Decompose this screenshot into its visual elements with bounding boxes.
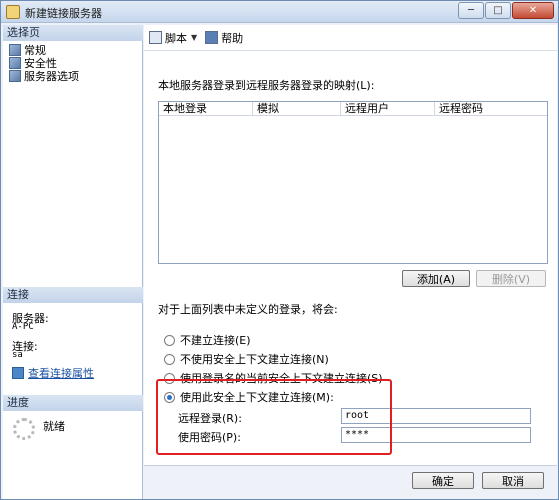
view-connection-properties-text: 查看连接属性 — [28, 367, 94, 380]
login-mapping-grid[interactable]: 本地登录 模拟 远程用户 远程密码 — [158, 101, 548, 264]
column-impersonate[interactable]: 模拟 — [253, 102, 341, 115]
close-button[interactable]: ✕ — [512, 2, 554, 19]
column-remote-password[interactable]: 远程密码 — [435, 102, 547, 115]
chevron-down-icon[interactable]: ▼ — [191, 33, 197, 42]
help-button[interactable]: 帮助 — [205, 30, 243, 46]
select-page-header: 选择页 — [3, 25, 143, 41]
ok-button[interactable]: 确定 — [412, 472, 474, 489]
page-item-server-options[interactable]: 服务器选项 — [9, 68, 79, 84]
radio-circle[interactable] — [164, 353, 175, 365]
radio-no-connection[interactable]: 不建立连接(E) — [164, 332, 251, 348]
login-mapping-label: 本地服务器登录到远程服务器登录的映射(L): — [158, 79, 375, 92]
remove-button[interactable]: 删除(V) — [476, 270, 546, 287]
column-remote-user[interactable]: 远程用户 — [341, 102, 435, 115]
maximize-button[interactable]: □ — [485, 2, 511, 19]
progress-header: 进度 — [3, 395, 143, 411]
dialog-footer: 确定 取消 — [144, 465, 557, 499]
page-icon — [9, 70, 21, 82]
left-pane: 选择页 常规 安全性 服务器选项 连接 服务器: A-PC 连接: sa 查看连… — [3, 25, 143, 499]
radio-no-security-context[interactable]: 不使用安全上下文建立连接(N) — [164, 351, 329, 367]
toolbar: 脚本 ▼ 帮助 — [144, 25, 557, 51]
server-value: A-PC — [12, 322, 34, 332]
connection-header: 连接 — [3, 287, 143, 303]
view-connection-properties-link[interactable]: 查看连接属性 — [12, 365, 94, 381]
server-icon — [6, 5, 20, 19]
unmapped-login-label: 对于上面列表中未定义的登录，将会: — [158, 303, 338, 316]
progress-status: 就绪 — [43, 420, 65, 433]
help-label: 帮助 — [221, 31, 244, 45]
new-linked-server-dialog: 新建链接服务器 ─ □ ✕ 选择页 常规 安全性 服务器选项 连接 服务器: A… — [0, 0, 559, 500]
properties-icon — [12, 367, 24, 379]
connection-value: sa — [12, 350, 23, 360]
grid-header: 本地登录 模拟 远程用户 远程密码 — [159, 102, 547, 116]
add-button[interactable]: 添加(A) — [402, 270, 470, 287]
window-title: 新建链接服务器 — [25, 7, 102, 20]
highlight-annotation — [156, 379, 392, 455]
title-bar[interactable]: 新建链接服务器 ─ □ ✕ — [1, 1, 558, 23]
script-icon — [149, 31, 162, 44]
help-icon — [205, 31, 219, 44]
page-item-label: 服务器选项 — [24, 70, 79, 83]
window-controls: ─ □ ✕ — [457, 2, 554, 19]
minimize-button[interactable]: ─ — [458, 2, 484, 19]
script-button[interactable]: 脚本 ▼ — [149, 30, 197, 46]
cancel-button[interactable]: 取消 — [482, 472, 544, 489]
column-local-login[interactable]: 本地登录 — [159, 102, 253, 115]
radio-circle[interactable] — [164, 334, 175, 346]
spinner-icon — [13, 418, 35, 440]
radio-label: 不建立连接(E) — [180, 334, 251, 347]
script-label: 脚本 — [165, 31, 187, 45]
radio-label: 不使用安全上下文建立连接(N) — [180, 353, 329, 366]
